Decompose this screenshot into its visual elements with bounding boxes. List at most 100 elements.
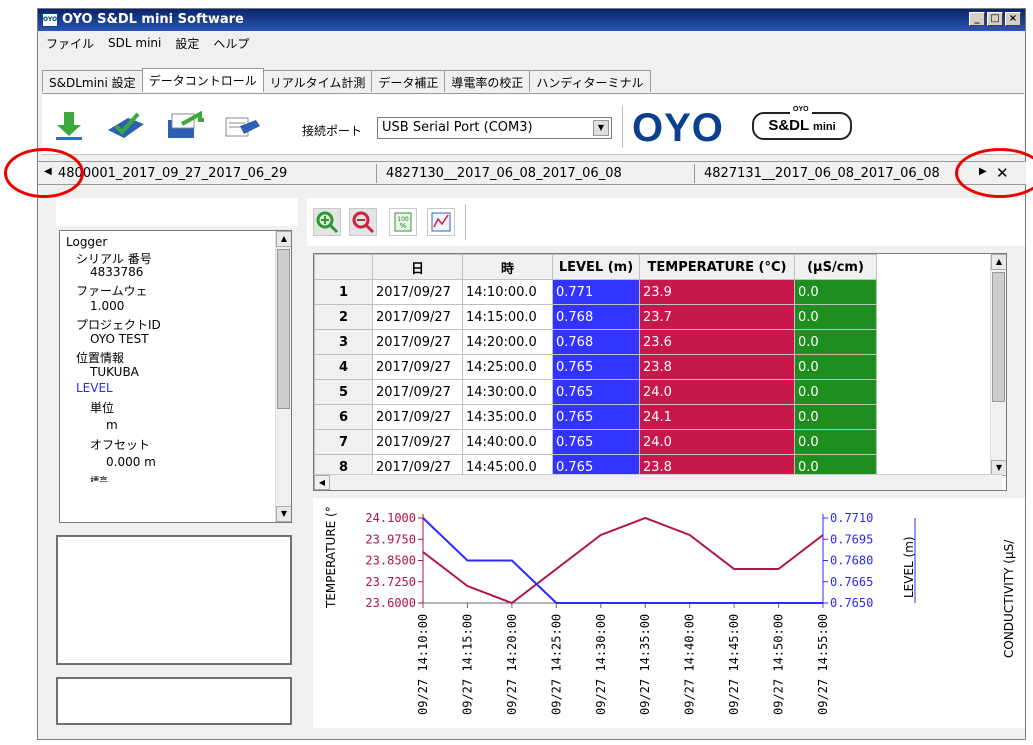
cell-level[interactable]: 0.765 xyxy=(552,429,640,455)
chart-icon[interactable] xyxy=(427,208,455,236)
row-number[interactable]: 6 xyxy=(314,404,373,430)
file-transfer-icon[interactable] xyxy=(162,110,206,142)
cell-level[interactable]: 0.771 xyxy=(552,279,640,305)
cell-level[interactable]: 0.765 xyxy=(552,354,640,380)
tree-node[interactable]: m xyxy=(106,418,118,432)
menu-help[interactable]: ヘルプ xyxy=(213,35,249,52)
tree-scrollbar[interactable]: ▲ ▼ xyxy=(275,231,291,522)
cell-temperature[interactable]: 23.9 xyxy=(639,279,795,305)
tree-node[interactable]: プロジェクトID xyxy=(76,316,161,333)
file-tab-1[interactable]: 4800001_2017_09_27_2017_06_29 xyxy=(58,166,287,181)
download-icon[interactable] xyxy=(52,110,86,142)
close-button[interactable]: × xyxy=(1005,12,1021,26)
cell-temperature[interactable]: 23.8 xyxy=(639,354,795,380)
cell-conductivity[interactable]: 0.0 xyxy=(794,404,877,430)
tree-node[interactable]: 単位 xyxy=(90,399,114,416)
cell-conductivity[interactable]: 0.0 xyxy=(794,429,877,455)
scroll-down-icon[interactable]: ▼ xyxy=(276,506,291,522)
col-header-conductivity[interactable]: (µS/cm) xyxy=(794,254,877,280)
table-row[interactable]: 6 2017/09/27 14:35:00.0 0.765 24.1 0.0 xyxy=(314,404,877,430)
menu-sdl-mini[interactable]: SDL mini xyxy=(108,36,161,50)
zoom-in-icon[interactable] xyxy=(313,208,341,236)
table-row[interactable]: 1 2017/09/27 14:10:00.0 0.771 23.9 0.0 xyxy=(314,279,877,305)
cell-date[interactable]: 2017/09/27 xyxy=(372,379,463,405)
cell-time[interactable]: 14:20:00.0 xyxy=(462,329,553,355)
table-vscrollbar[interactable]: ▲ ▼ xyxy=(990,254,1006,476)
minimize-button[interactable]: _ xyxy=(969,12,985,26)
table-row[interactable]: 5 2017/09/27 14:30:00.0 0.765 24.0 0.0 xyxy=(314,379,877,405)
cell-time[interactable]: 14:30:00.0 xyxy=(462,379,553,405)
cell-conductivity[interactable]: 0.0 xyxy=(794,354,877,380)
maximize-button[interactable]: □ xyxy=(987,12,1003,26)
percent-100-icon[interactable]: 100% xyxy=(389,208,417,236)
zoom-out-icon[interactable] xyxy=(349,208,377,236)
table-row[interactable]: 2 2017/09/27 14:15:00.0 0.768 23.7 0.0 xyxy=(314,304,877,330)
col-header-temperature[interactable]: TEMPERATURE (°C) xyxy=(639,254,795,280)
menu-settings[interactable]: 設定 xyxy=(175,35,199,52)
table-hscrollbar[interactable]: ◀ ▶ xyxy=(314,474,1002,490)
check-send-icon[interactable] xyxy=(104,110,148,142)
tree-node[interactable]: Logger xyxy=(66,235,107,249)
cell-level[interactable]: 0.765 xyxy=(552,404,640,430)
tab-data-correction[interactable]: データ補正 xyxy=(371,70,446,92)
tab-handy-terminal[interactable]: ハンディターミナル xyxy=(529,70,651,92)
cell-temperature[interactable]: 24.0 xyxy=(639,379,795,405)
cell-temperature[interactable]: 24.1 xyxy=(639,404,795,430)
cell-date[interactable]: 2017/09/27 xyxy=(372,429,463,455)
tree-node[interactable]: 0.000 m xyxy=(106,455,156,469)
tree-node[interactable]: ファームウェ xyxy=(76,282,148,299)
table-row[interactable]: 7 2017/09/27 14:40:00.0 0.765 24.0 0.0 xyxy=(314,429,877,455)
cell-time[interactable]: 14:25:00.0 xyxy=(462,354,553,380)
scroll-thumb[interactable] xyxy=(277,249,290,409)
cell-date[interactable]: 2017/09/27 xyxy=(372,404,463,430)
cell-level[interactable]: 0.768 xyxy=(552,329,640,355)
cell-time[interactable]: 14:15:00.0 xyxy=(462,304,553,330)
port-select[interactable]: USB Serial Port (COM3) ▼ xyxy=(377,117,612,139)
tree-node[interactable]: オフセット xyxy=(90,436,150,453)
scroll-up-icon[interactable]: ▲ xyxy=(991,254,1006,270)
tab-sdlmini-settings[interactable]: S&DLmini 設定 xyxy=(42,70,143,92)
cell-date[interactable]: 2017/09/27 xyxy=(372,354,463,380)
row-number[interactable]: 1 xyxy=(314,279,373,305)
cell-time[interactable]: 14:10:00.0 xyxy=(462,279,553,305)
cell-level[interactable]: 0.765 xyxy=(552,379,640,405)
cell-conductivity[interactable]: 0.0 xyxy=(794,379,877,405)
tree-node[interactable]: 4833786 xyxy=(90,265,143,279)
scroll-thumb[interactable] xyxy=(992,272,1005,402)
cell-date[interactable]: 2017/09/27 xyxy=(372,279,463,305)
tab-realtime[interactable]: リアルタイム計測 xyxy=(262,70,373,92)
cell-temperature[interactable]: 23.7 xyxy=(639,304,795,330)
cell-conductivity[interactable]: 0.0 xyxy=(794,279,877,305)
cell-level[interactable]: 0.768 xyxy=(552,304,640,330)
file-tab-3[interactable]: 4827131__2017_06_08_2017_06_08 xyxy=(704,166,968,181)
cell-conductivity[interactable]: 0.0 xyxy=(794,329,877,355)
tree-node-level[interactable]: LEVEL xyxy=(76,381,113,395)
row-number[interactable]: 5 xyxy=(314,379,373,405)
col-header-level[interactable]: LEVEL (m) xyxy=(552,254,640,280)
col-header-time[interactable]: 時 xyxy=(462,254,553,280)
file-tab-2[interactable]: 4827130__2017_06_08_2017_06_08 xyxy=(386,166,622,181)
tree-node[interactable]: 1.000 xyxy=(90,299,124,313)
cell-date[interactable]: 2017/09/27 xyxy=(372,329,463,355)
cell-time[interactable]: 14:35:00.0 xyxy=(462,404,553,430)
title-bar[interactable]: OYO OYO S&DL mini Software _ □ × xyxy=(38,9,1025,31)
scroll-left-icon[interactable]: ◀ xyxy=(314,475,330,490)
tree-node[interactable]: OYO TEST xyxy=(90,332,149,346)
scroll-up-icon[interactable]: ▲ xyxy=(276,231,291,247)
cell-conductivity[interactable]: 0.0 xyxy=(794,304,877,330)
properties-tree[interactable]: Logger シリアル 番号 4833786 ファームウェ 1.000 プロジェ… xyxy=(59,230,292,523)
table-row[interactable]: 3 2017/09/27 14:20:00.0 0.768 23.6 0.0 xyxy=(314,329,877,355)
cell-temperature[interactable]: 23.6 xyxy=(639,329,795,355)
row-number[interactable]: 2 xyxy=(314,304,373,330)
row-number[interactable]: 7 xyxy=(314,429,373,455)
chevron-down-icon[interactable]: ▼ xyxy=(593,120,609,136)
col-header-date[interactable]: 日 xyxy=(372,254,463,280)
cell-date[interactable]: 2017/09/27 xyxy=(372,304,463,330)
tree-node[interactable]: TUKUBA xyxy=(90,365,139,379)
row-number[interactable]: 4 xyxy=(314,354,373,380)
row-number[interactable]: 3 xyxy=(314,329,373,355)
cell-temperature[interactable]: 24.0 xyxy=(639,429,795,455)
tab-data-control[interactable]: データコントロール xyxy=(141,68,264,92)
tab-conductivity-calibration[interactable]: 導電率の校正 xyxy=(444,70,531,92)
tree-node[interactable]: 位置情報 xyxy=(76,349,124,366)
